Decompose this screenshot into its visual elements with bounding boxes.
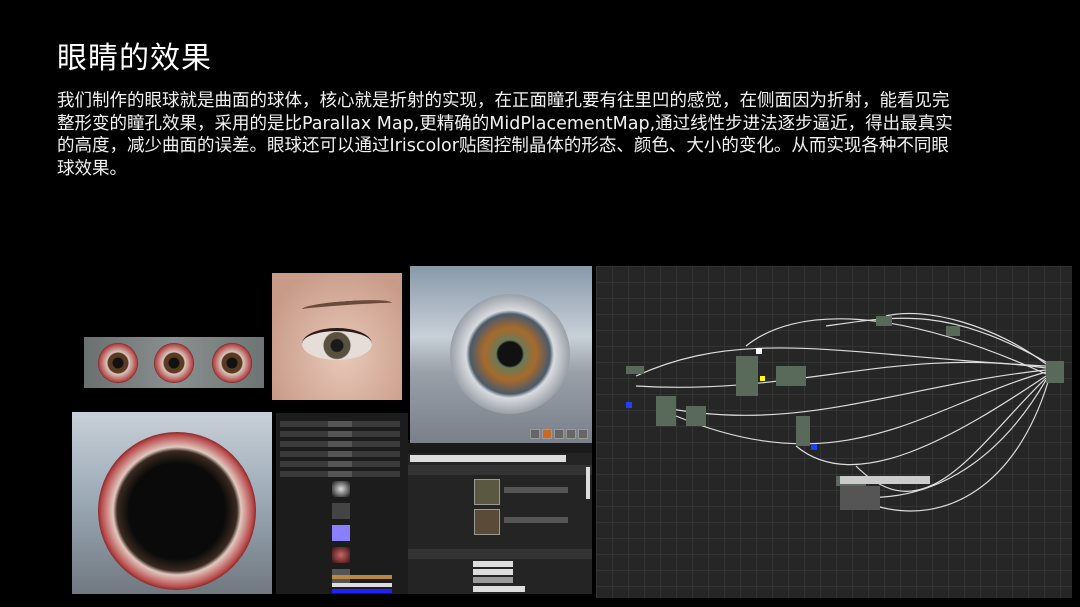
viewport-toolbar — [530, 429, 588, 439]
eye-render-viewport — [410, 266, 592, 443]
eyeball-3 — [212, 343, 252, 383]
slide-paragraph: 我们制作的眼球就是曲面的球体，核心就是折射的实现，在正面瞳孔要有往里凹的感觉，在… — [57, 91, 953, 179]
eyeball-variants-image — [84, 337, 264, 388]
face-closeup-image — [272, 273, 402, 400]
slide-title: 眼睛的效果 — [57, 41, 212, 76]
eyeball-2 — [154, 343, 194, 383]
eyeball-render — [450, 294, 570, 414]
material-node-graph — [596, 266, 1072, 598]
eye — [302, 328, 372, 360]
node-graph-wires — [626, 312, 1064, 512]
material-parameters-panel — [276, 413, 408, 594]
eyeball-1 — [98, 343, 138, 383]
eyebrow — [301, 297, 393, 315]
eyeball-closeup-render — [72, 412, 272, 594]
eyeball-large — [98, 432, 256, 590]
details-panel — [408, 443, 592, 594]
